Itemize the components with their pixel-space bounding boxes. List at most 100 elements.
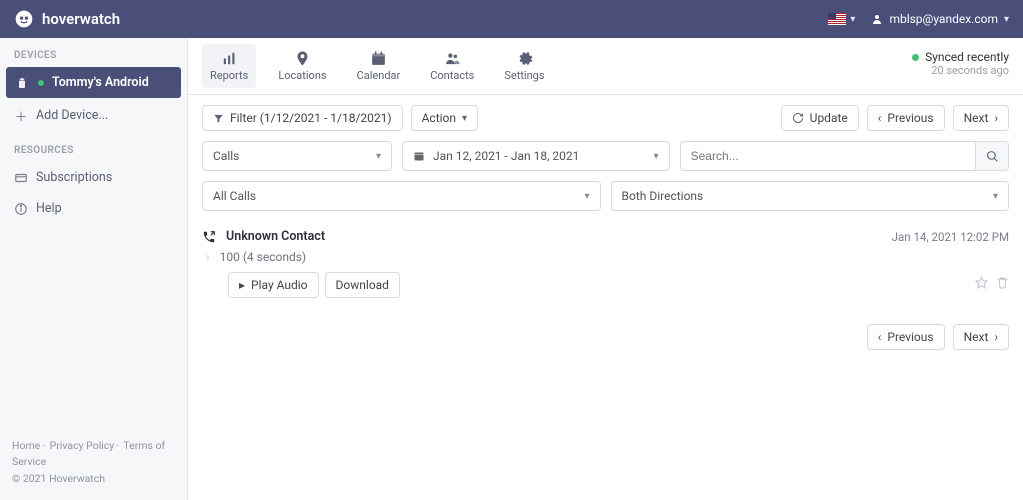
user-icon [871,13,883,25]
action-label: Action [422,111,456,125]
card-icon [14,171,28,185]
update-label: Update [810,111,848,125]
main: Reports Locations Calendar [188,38,1023,500]
search-input[interactable] [691,149,965,163]
chevron-right-icon: › [994,330,998,344]
brand[interactable]: hoverwatch [14,9,120,29]
call-record: Unknown Contact Jan 14, 2021 12:02 PM › … [188,225,1023,308]
info-icon [14,202,28,216]
calendar-icon [370,50,387,67]
download-label: Download [336,278,389,292]
next-label: Next [964,330,989,344]
previous-label: Previous [887,111,933,125]
filters-row-2: All Calls ▾ Both Directions ▾ [188,181,1023,225]
sidebar-footer: Home· Privacy Policy· Terms of Service ©… [0,428,187,500]
previous-button-bottom[interactable]: ‹ Previous [867,324,945,350]
plus-icon: ＋ [14,106,28,125]
direction-value: Both Directions [622,189,704,203]
filters-row-1: Calls ▾ Jan 12, 2021 - Jan 18, 2021 ▾ [188,141,1023,181]
calendar-icon [413,150,425,162]
sync-dot-icon [912,54,919,61]
play-icon: ▸ [239,278,245,292]
tab-contacts-label: Contacts [430,69,474,82]
sidebar: DEVICES Tommy's Android ＋ Add Device... … [0,38,188,500]
sidebar-item-help[interactable]: Help [0,193,187,224]
filter-label: Filter (1/12/2021 - 1/18/2021) [230,111,392,125]
footer-copyright: © 2021 Hoverwatch [12,471,175,488]
tab-contacts[interactable]: Contacts [422,44,482,88]
type-select[interactable]: Calls ▾ [202,141,392,171]
sidebar-item-add-device[interactable]: ＋ Add Device... [0,98,187,133]
phone-incoming-icon [202,230,216,244]
caret-down-icon: ▾ [1004,14,1009,25]
flag-us-icon [828,13,846,25]
sidebar-item-device[interactable]: Tommy's Android [6,67,181,98]
next-button-bottom[interactable]: Next › [953,324,1009,350]
search-field [680,141,1009,171]
type-select-value: Calls [213,149,239,163]
tab-settings[interactable]: Settings [496,44,552,88]
action-button[interactable]: Action ▾ [411,105,478,131]
call-filter-select[interactable]: All Calls ▾ [202,181,601,211]
tab-locations[interactable]: Locations [270,44,334,88]
filterbar: Filter (1/12/2021 - 1/18/2021) Action ▾ … [188,95,1023,141]
chevron-right-icon: › [994,111,998,125]
next-button-top[interactable]: Next › [953,105,1009,131]
chevron-right-icon[interactable]: › [206,250,210,264]
chevron-down-icon: ▾ [584,191,589,202]
date-range-picker[interactable]: Jan 12, 2021 - Jan 18, 2021 ▾ [402,141,670,171]
chevron-left-icon: ‹ [878,111,882,125]
help-label: Help [36,201,62,216]
sync-ago-text: 20 seconds ago [912,64,1009,77]
gear-icon [516,50,533,67]
footer-home-link[interactable]: Home [12,439,40,452]
devices-section-label: DEVICES [0,38,187,67]
bar-chart-icon [221,50,238,67]
update-button[interactable]: Update [781,105,859,131]
date-range-value: Jan 12, 2021 - Jan 18, 2021 [433,149,579,163]
tab-settings-label: Settings [504,69,544,82]
direction-select[interactable]: Both Directions ▾ [611,181,1010,211]
status-dot-online [38,80,44,86]
tab-reports[interactable]: Reports [202,44,256,88]
chevron-down-icon: ▾ [376,151,381,162]
language-selector[interactable]: ▾ [828,13,855,25]
pager: ‹ Previous Next › [188,308,1023,366]
filter-button[interactable]: Filter (1/12/2021 - 1/18/2021) [202,105,403,131]
tab-calendar[interactable]: Calendar [349,44,409,88]
toolbar: Reports Locations Calendar [188,38,1023,95]
caret-down-icon: ▾ [462,113,467,124]
search-button[interactable] [975,141,1009,171]
contacts-icon [444,50,461,67]
footer-privacy-link[interactable]: Privacy Policy [50,439,115,452]
chevron-left-icon: ‹ [878,330,882,344]
star-icon[interactable] [975,276,988,289]
device-name: Tommy's Android [52,75,149,90]
sidebar-item-subscriptions[interactable]: Subscriptions [0,162,187,193]
sync-status-text: Synced recently [925,50,1009,64]
brand-name: hoverwatch [42,10,120,28]
topbar: hoverwatch ▾ mblsp@yandex.com ▾ [0,0,1023,38]
record-timestamp: Jan 14, 2021 12:02 PM [892,230,1009,244]
user-email: mblsp@yandex.com [889,12,998,26]
sync-status: Synced recently 20 seconds ago [912,44,1009,77]
trash-icon[interactable] [996,276,1009,289]
android-icon [16,77,30,89]
location-pin-icon [294,50,311,67]
previous-button-top[interactable]: ‹ Previous [867,105,945,131]
tab-calendar-label: Calendar [357,69,401,82]
chevron-down-icon: ▾ [993,191,998,202]
search-icon [986,150,999,163]
download-button[interactable]: Download [325,272,400,298]
resources-section-label: RESOURCES [0,133,187,162]
user-menu[interactable]: mblsp@yandex.com ▾ [871,12,1009,26]
refresh-icon [792,112,804,124]
caret-down-icon: ▾ [654,151,659,162]
next-label: Next [964,111,989,125]
play-audio-button[interactable]: ▸ Play Audio [228,272,319,298]
record-title: Unknown Contact [226,229,325,244]
record-subtitle: 100 (4 seconds) [220,250,306,264]
previous-label: Previous [887,330,933,344]
add-device-label: Add Device... [36,108,108,123]
subscriptions-label: Subscriptions [36,170,112,185]
